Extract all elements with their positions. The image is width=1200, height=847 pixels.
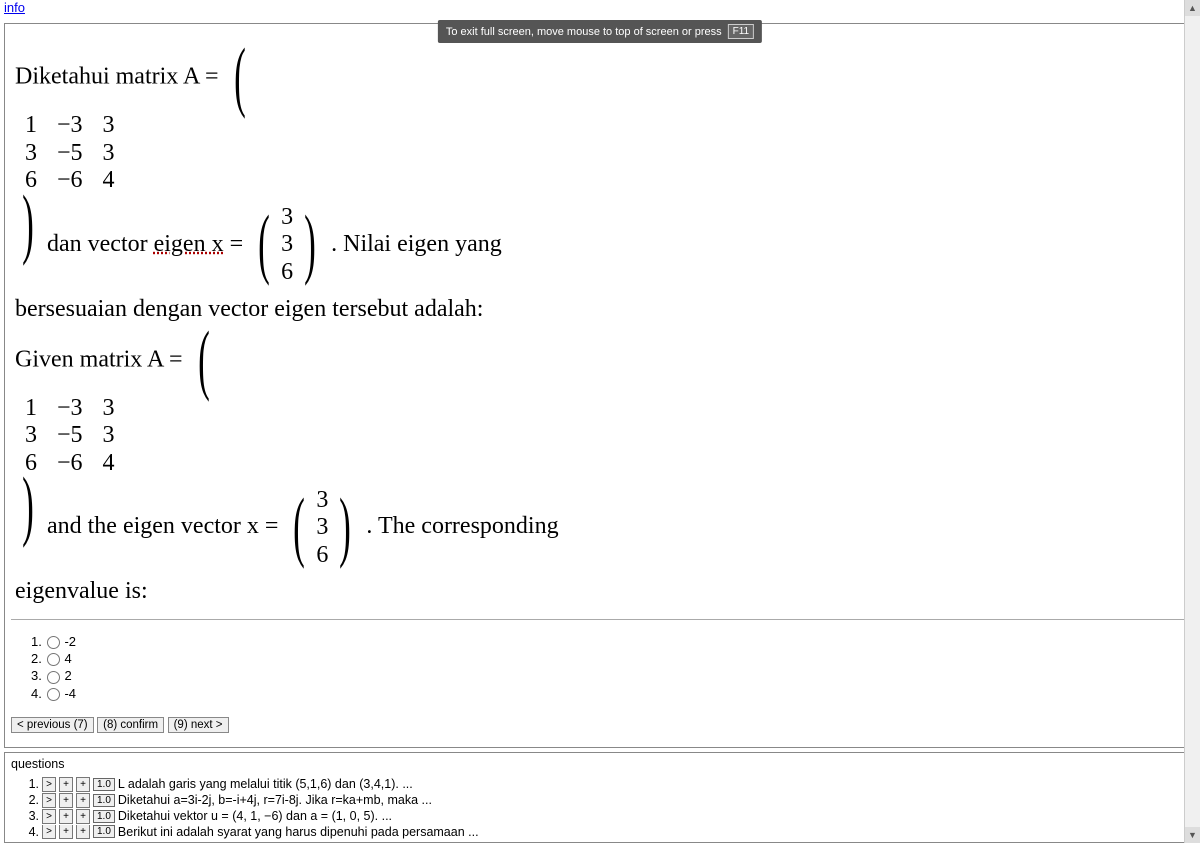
option-3-label: 2 <box>64 668 71 683</box>
question-text-1: L adalah garis yang melalui titik (5,1,6… <box>118 777 413 791</box>
question-item-1: 1. > + + 1.0 L adalah garis yang melalui… <box>25 777 1189 792</box>
question-item-3: 3. > + + 1.0 Diketahui vektor u = (4, 1,… <box>25 809 1189 824</box>
q-id-2: dan vector <box>47 231 148 257</box>
paren-right-icon: ) <box>22 193 34 253</box>
options-list: 1. -2 2. 4 3. 2 4. -4 <box>11 620 1189 714</box>
q-id-5: bersesuaian dengan vector eigen tersebut… <box>15 291 1185 327</box>
question-item-4: 4. > + + 1.0 Berikut ini adalah syarat y… <box>25 825 1189 839</box>
questions-list: 1. > + + 1.0 L adalah garis yang melalui… <box>11 777 1189 839</box>
q-en-4: eigenvalue is: <box>15 573 1185 609</box>
info-link[interactable]: info <box>0 0 29 17</box>
plus-button-4a[interactable]: + <box>59 825 73 839</box>
plus-button-3b[interactable]: + <box>76 809 90 824</box>
goto-button-4[interactable]: > <box>42 825 56 839</box>
option-2: 2. 4 <box>31 651 1185 666</box>
f11-key-label: F11 <box>728 24 755 39</box>
question-text-4: Berikut ini adalah syarat yang harus dip… <box>118 825 479 839</box>
option-4-label: -4 <box>64 686 76 701</box>
q-id-1: Diketahui matrix A = <box>15 64 219 90</box>
plus-button-4b[interactable]: + <box>76 825 90 839</box>
score-badge-1: 1.0 <box>93 778 115 791</box>
paren-right-icon: ) <box>304 213 316 273</box>
option-3-radio[interactable] <box>47 671 60 684</box>
question-text-3: Diketahui vektor u = (4, 1, −6) dan a = … <box>118 809 392 823</box>
scrollbar[interactable]: ▲ ▼ <box>1184 0 1200 843</box>
questions-header: questions <box>11 757 1189 771</box>
option-1-radio[interactable] <box>47 636 60 649</box>
fullscreen-tip-text: To exit full screen, move mouse to top o… <box>446 26 722 38</box>
q-en-1: Given matrix A = <box>15 346 183 372</box>
option-1: 1. -2 <box>31 634 1185 649</box>
option-3: 3. 2 <box>31 668 1185 683</box>
previous-button[interactable]: < previous (7) <box>11 717 94 733</box>
paren-right-icon: ) <box>340 496 352 556</box>
paren-left-icon: ( <box>198 329 210 389</box>
nav-buttons: < previous (7) (8) confirm (9) next > <box>11 715 1189 739</box>
matrix-a-1: ( <box>227 48 253 108</box>
q-id-3: = <box>230 231 244 257</box>
option-4-radio[interactable] <box>47 688 60 701</box>
goto-button-1[interactable]: > <box>42 777 56 792</box>
vector-x-2: ( 3 3 6 ) <box>286 487 358 570</box>
option-2-radio[interactable] <box>47 653 60 666</box>
q-en-2: and the eigen vector x = <box>47 513 278 539</box>
option-1-label: -2 <box>64 634 76 649</box>
paren-left-icon: ( <box>234 46 246 106</box>
question-body: Diketahui matrix A = ( 1−33 3−53 6−64 ) … <box>11 30 1189 620</box>
option-2-label: 4 <box>64 651 71 666</box>
q-en-3: . The corresponding <box>366 513 558 539</box>
vector-x-1: ( 3 3 6 ) <box>251 204 323 287</box>
matrix-a-2: ( <box>191 331 217 391</box>
paren-left-icon: ( <box>294 496 306 556</box>
goto-button-2[interactable]: > <box>42 793 56 808</box>
question-text-2: Diketahui a=3i-2j, b=-i+4j, r=7i-8j. Jik… <box>118 793 432 807</box>
questions-panel: questions 1. > + + 1.0 L adalah garis ya… <box>4 752 1196 843</box>
goto-button-3[interactable]: > <box>42 809 56 824</box>
score-badge-3: 1.0 <box>93 810 115 823</box>
scroll-down-icon[interactable]: ▼ <box>1185 827 1200 843</box>
plus-button-1b[interactable]: + <box>76 777 90 792</box>
plus-button-3a[interactable]: + <box>59 809 73 824</box>
paren-left-icon: ( <box>258 213 270 273</box>
scroll-up-icon[interactable]: ▲ <box>1185 0 1200 16</box>
q-id-4: . Nilai eigen yang <box>331 231 502 257</box>
question-item-2: 2. > + + 1.0 Diketahui a=3i-2j, b=-i+4j,… <box>25 793 1189 808</box>
plus-button-1a[interactable]: + <box>59 777 73 792</box>
q-id-eigen: eigen x <box>154 231 224 257</box>
plus-button-2b[interactable]: + <box>76 793 90 808</box>
plus-button-2a[interactable]: + <box>59 793 73 808</box>
paren-right-icon: ) <box>22 475 34 535</box>
option-4: 4. -4 <box>31 686 1185 701</box>
next-button[interactable]: (9) next > <box>168 717 229 733</box>
question-frame: To exit full screen, move mouse to top o… <box>4 23 1196 748</box>
confirm-button[interactable]: (8) confirm <box>97 717 164 733</box>
score-badge-2: 1.0 <box>93 794 115 807</box>
score-badge-4: 1.0 <box>93 825 115 838</box>
fullscreen-tip: To exit full screen, move mouse to top o… <box>438 20 762 43</box>
